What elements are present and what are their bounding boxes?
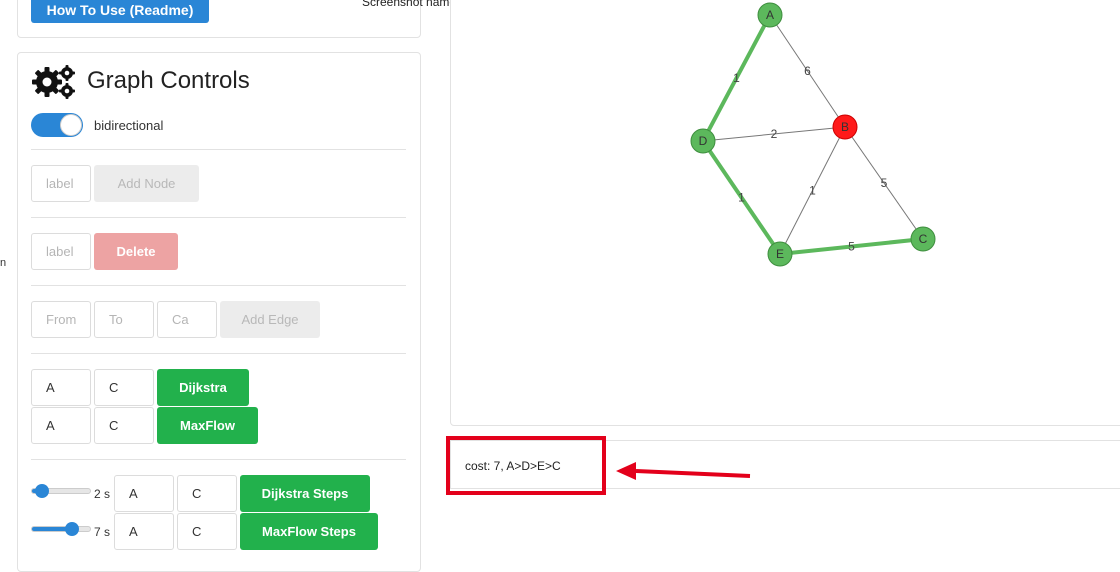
annotation-highlight-box (446, 436, 606, 495)
edge-weight-label: 1 (738, 191, 745, 205)
edge-weight-label: 5 (881, 176, 888, 190)
node-label: D (699, 134, 708, 148)
dijkstra-steps-to-input[interactable]: C (177, 475, 237, 512)
maxflow-speed-value: 7 s (94, 525, 111, 539)
divider (31, 459, 406, 460)
node-label: A (766, 8, 774, 22)
dijkstra-speed-value: 2 s (94, 487, 111, 501)
edge-weight-label: 2 (771, 127, 778, 141)
edge-weight-label: 1 (733, 71, 740, 85)
edge-weight-label: 6 (804, 64, 811, 78)
node-label: C (919, 232, 928, 246)
maxflow-steps-button[interactable]: MaxFlow Steps (240, 513, 378, 550)
maxflow-steps-to-input[interactable]: C (177, 513, 237, 550)
slider-thumb[interactable] (65, 522, 79, 536)
node-label: E (776, 247, 784, 261)
edge-weight-label: 1 (809, 184, 816, 198)
edge-weight-label: 5 (848, 240, 855, 254)
dijkstra-steps-button[interactable]: Dijkstra Steps (240, 475, 370, 512)
maxflow-steps-from-input[interactable]: A (114, 513, 174, 550)
graph-canvas[interactable]: 1 6 2 1 1 5 5 A B C D E (0, 0, 1120, 430)
dijkstra-steps-from-input[interactable]: A (114, 475, 174, 512)
slider-thumb[interactable] (35, 484, 49, 498)
dijkstra-speed-slider[interactable] (31, 484, 91, 498)
maxflow-speed-slider[interactable] (31, 522, 91, 536)
node-label: B (841, 120, 849, 134)
